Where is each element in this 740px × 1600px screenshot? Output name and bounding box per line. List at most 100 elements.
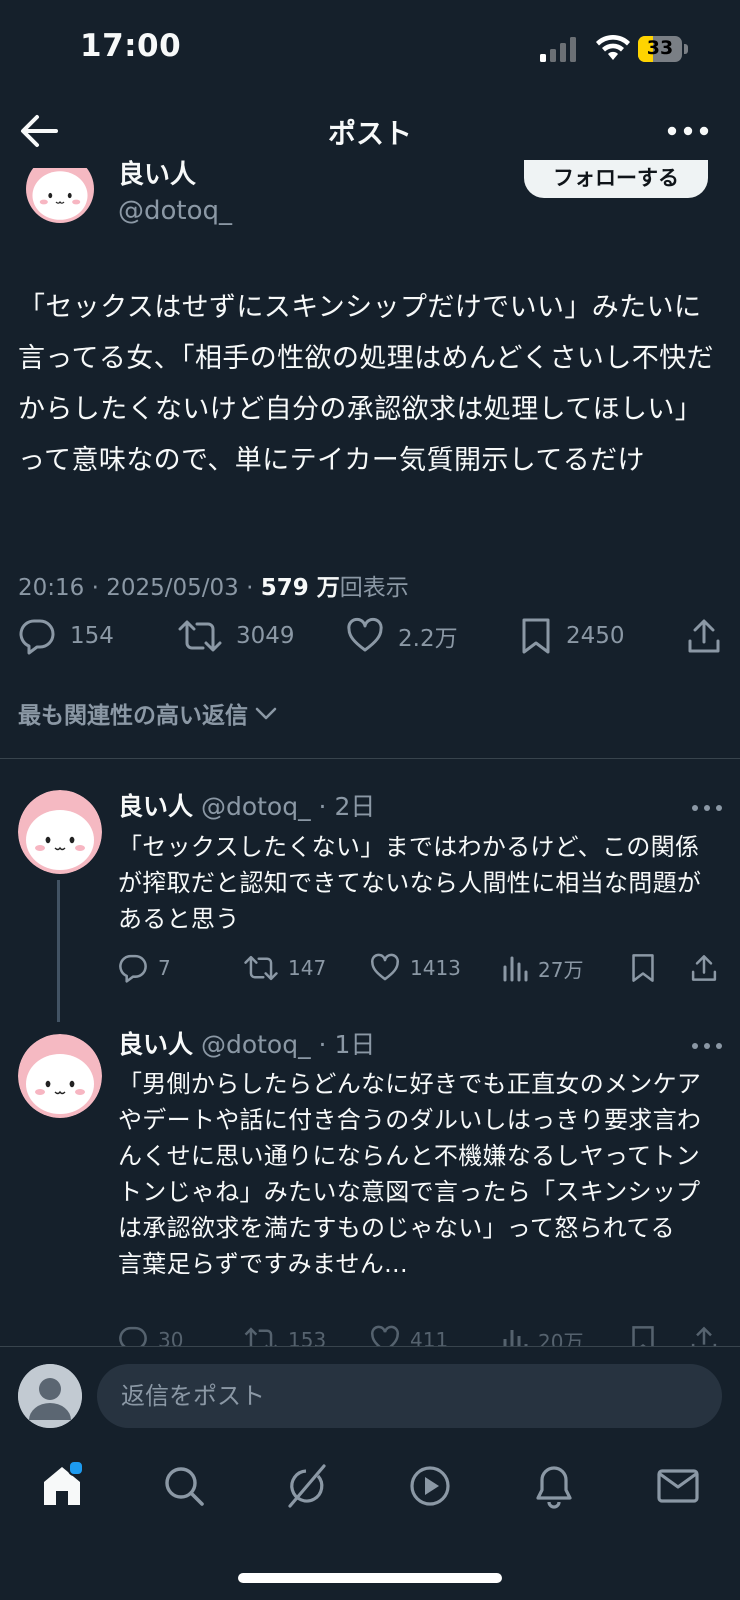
repost-count: 3049 xyxy=(236,623,295,649)
view-label: 回表示 xyxy=(339,575,409,601)
like-count: 1413 xyxy=(410,956,461,980)
heart-icon xyxy=(371,1325,399,1346)
repost-action[interactable]: 3049 xyxy=(178,612,295,660)
reply-count: 7 xyxy=(158,956,171,980)
reply-author-handle[interactable]: @dotoq_ xyxy=(201,1030,311,1059)
battery-percentage: 33 xyxy=(646,37,674,59)
tab-bar xyxy=(0,1450,740,1530)
reply-time: 2日 xyxy=(334,792,376,821)
signal-icon xyxy=(540,37,576,62)
views-action[interactable]: 20万 xyxy=(502,1322,583,1346)
reply-action[interactable]: 154 xyxy=(18,612,114,660)
page-title: ポスト xyxy=(327,117,412,150)
tab-grok[interactable] xyxy=(282,1462,330,1510)
post-time: 20:16 xyxy=(18,575,85,601)
grok-icon xyxy=(288,1464,326,1508)
user-avatar[interactable] xyxy=(18,1364,82,1428)
repost-count: 153 xyxy=(288,1328,327,1346)
post-date: 2025/05/03 xyxy=(106,575,239,601)
home-indicator xyxy=(238,1573,502,1583)
reply-icon xyxy=(19,619,55,655)
tab-notifications[interactable] xyxy=(530,1462,578,1510)
views-chart-icon xyxy=(503,1330,528,1346)
like-count: 2.2万 xyxy=(398,626,458,652)
repost-action[interactable]: 153 xyxy=(244,1322,326,1346)
reply-avatar[interactable] xyxy=(18,1034,102,1118)
reply-author-handle[interactable]: @dotoq_ xyxy=(201,792,311,821)
author-handle[interactable]: @dotoq_ xyxy=(118,196,232,226)
share-icon xyxy=(691,955,717,981)
tab-search[interactable] xyxy=(160,1462,208,1510)
repost-count: 147 xyxy=(288,956,327,980)
repost-icon xyxy=(178,620,222,652)
divider xyxy=(0,758,740,759)
author-avatar[interactable] xyxy=(18,168,102,236)
view-count: 27万 xyxy=(538,957,584,982)
reply-actions: 7 147 1413 27万 xyxy=(118,950,720,986)
tab-video[interactable] xyxy=(406,1462,454,1510)
reply-header: 良い人 @dotoq_ · 2日 xyxy=(118,792,376,821)
share-action[interactable] xyxy=(686,612,722,660)
reply-actions-partial: 30 153 411 20万 xyxy=(0,1316,740,1346)
reply-action[interactable]: 30 xyxy=(118,1322,183,1346)
bookmark-icon xyxy=(632,954,654,982)
reply-count: 154 xyxy=(70,623,114,649)
reply-text: 「セックスしたくない」まではわかるけど、この関係が搾取だと認知できてないなら人間… xyxy=(118,833,702,933)
heart-icon xyxy=(371,953,399,981)
follow-button[interactable]: フォローする xyxy=(524,160,708,198)
status-time: 17:00 xyxy=(80,28,182,64)
bell-icon xyxy=(536,1466,572,1509)
reply-icon xyxy=(119,954,147,983)
reply-header: 良い人 @dotoq_ · 1日 xyxy=(118,1030,376,1059)
tab-home[interactable] xyxy=(38,1460,86,1510)
repost-action[interactable]: 147 xyxy=(244,950,326,986)
tab-messages[interactable] xyxy=(654,1462,702,1510)
battery-indicator: 33 xyxy=(638,36,690,62)
view-count: 20万 xyxy=(538,1329,584,1347)
like-action[interactable]: 2.2万 xyxy=(346,612,458,660)
heart-icon xyxy=(347,617,383,652)
like-action[interactable]: 411 xyxy=(370,1322,448,1346)
notification-dot xyxy=(68,1460,84,1476)
post-text: 「セックスはせずにスキンシップだけでいい」みたいに言ってる女、「相手の性欲の処理… xyxy=(18,292,714,476)
bookmark-action[interactable]: 2450 xyxy=(520,612,625,660)
like-action[interactable]: 1413 xyxy=(370,950,461,986)
reply-input[interactable] xyxy=(97,1364,722,1428)
reply-more-icon[interactable] xyxy=(690,800,724,816)
bookmark-action[interactable] xyxy=(630,950,656,986)
views-chart-icon xyxy=(503,956,528,982)
repost-icon xyxy=(244,955,278,981)
share-action[interactable] xyxy=(690,950,718,986)
repost-icon xyxy=(244,1327,278,1346)
thread-connector xyxy=(57,880,60,1022)
reply-icon xyxy=(119,1326,147,1346)
video-play-icon xyxy=(410,1466,450,1506)
more-options-icon[interactable] xyxy=(664,114,712,148)
reply-time: 1日 xyxy=(334,1030,376,1059)
share-action[interactable] xyxy=(690,1322,718,1346)
post-actions: 154 3049 2.2万 2450 xyxy=(18,612,722,660)
view-count: 579 万 xyxy=(260,575,340,601)
bookmark-count: 2450 xyxy=(566,623,625,649)
sort-replies-dropdown[interactable]: 最も関連性の高い返信 xyxy=(18,696,278,730)
reply-author-name[interactable]: 良い人 xyxy=(118,1030,193,1059)
sort-label: 最も関連性の高い返信 xyxy=(18,703,248,729)
reply-text: 「男側からしたらどんなに好きでも正直女のメンケアやデートや話に付き合うのダルいし… xyxy=(118,1070,702,1278)
views-action[interactable]: 27万 xyxy=(502,950,583,986)
reply-count: 30 xyxy=(158,1328,184,1346)
reply-avatar[interactable] xyxy=(18,790,102,874)
bookmark-icon xyxy=(522,618,550,654)
mail-icon xyxy=(657,1469,699,1503)
author-name[interactable]: 良い人 xyxy=(118,160,196,186)
wifi-icon xyxy=(596,34,630,60)
bookmark-icon xyxy=(632,1326,654,1346)
reply-author-name[interactable]: 良い人 xyxy=(118,792,193,821)
chevron-down-icon xyxy=(255,707,277,720)
reply-more-icon[interactable] xyxy=(690,1038,724,1054)
composer-divider xyxy=(0,1346,740,1347)
like-count: 411 xyxy=(410,1328,449,1346)
post-meta: 20:16 · 2025/05/03 · 579 万回表示 xyxy=(18,575,409,601)
reply-action[interactable]: 7 xyxy=(118,950,171,986)
share-icon xyxy=(688,619,720,653)
bookmark-action[interactable] xyxy=(630,1322,656,1346)
